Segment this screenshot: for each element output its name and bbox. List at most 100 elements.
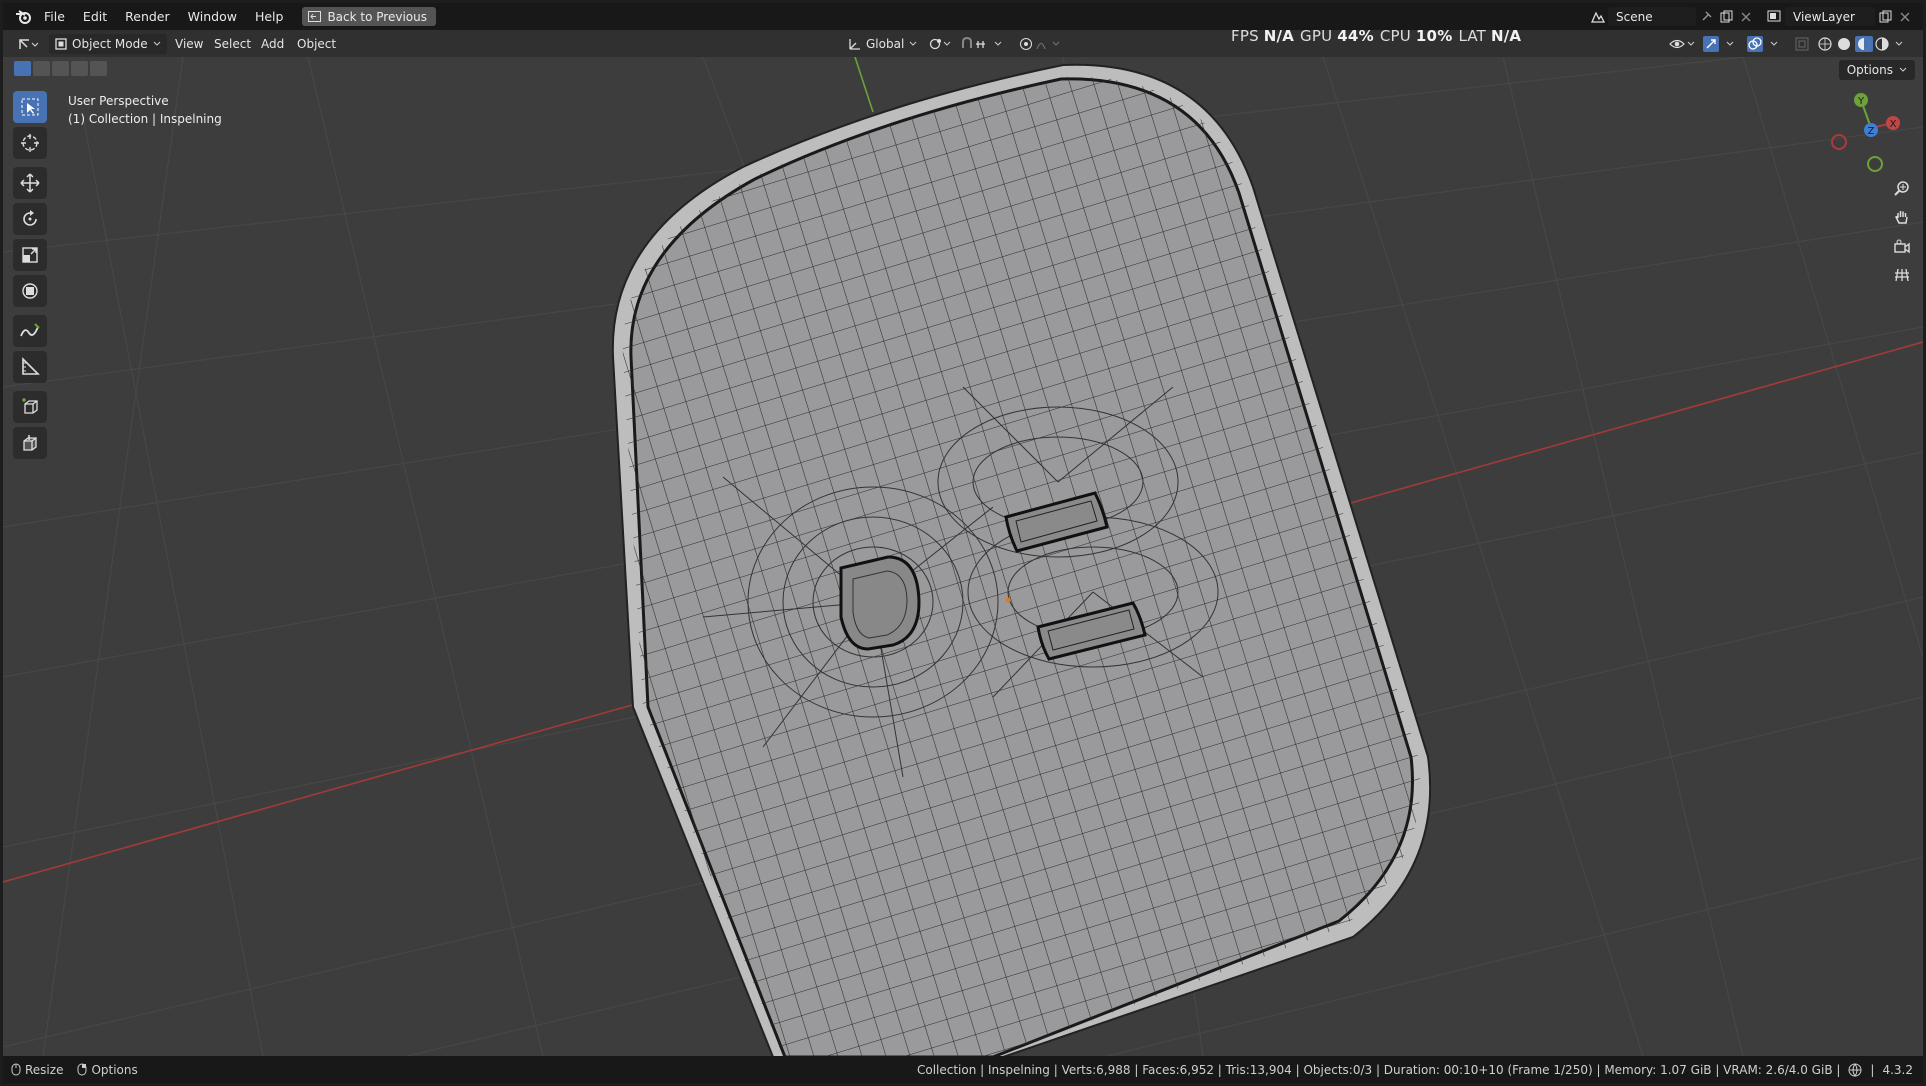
pan-button[interactable] xyxy=(1889,204,1915,230)
snap-icon xyxy=(962,37,1002,48)
gizmo-icon xyxy=(1703,36,1734,52)
options-hint: Options xyxy=(77,1063,138,1077)
add-cube-icon xyxy=(22,398,38,414)
menu-render[interactable]: Render xyxy=(116,3,179,30)
overlays-icon xyxy=(1747,36,1778,52)
delete-scene-icon[interactable] xyxy=(1736,7,1756,26)
navigation-gizmo[interactable]: Y X Z xyxy=(1823,88,1923,178)
tool-cursor[interactable] xyxy=(13,127,47,159)
select-box-icon xyxy=(21,98,39,116)
gpu-label: GPU xyxy=(1300,27,1333,45)
select-extend-icon[interactable] xyxy=(33,61,50,76)
network-icon[interactable] xyxy=(1848,1063,1862,1077)
tool-extrude[interactable] xyxy=(13,427,47,459)
annotate-icon xyxy=(20,323,40,337)
tool-add-cube[interactable] xyxy=(13,391,47,423)
menu-view[interactable]: View xyxy=(175,34,203,54)
hand-icon xyxy=(1895,211,1908,224)
y-axis-line xyxy=(854,57,874,113)
viewport-info-overlay: User Perspective (1) Collection | Inspel… xyxy=(68,92,222,128)
select-difference-icon[interactable] xyxy=(71,61,88,76)
menu-edit[interactable]: Edit xyxy=(74,3,116,30)
zoom-button[interactable] xyxy=(1889,175,1915,201)
menu-file[interactable]: File xyxy=(35,3,74,30)
mode-dropdown[interactable]: Object Mode xyxy=(49,34,167,54)
select-intersect-icon[interactable] xyxy=(90,61,107,76)
tool-transform[interactable] xyxy=(13,275,47,307)
tool-measure[interactable] xyxy=(13,351,47,383)
scene-name-field[interactable]: Scene xyxy=(1608,7,1696,26)
select-new-icon[interactable] xyxy=(14,61,31,76)
tool-select-box[interactable] xyxy=(13,91,47,123)
chevron-down-icon xyxy=(1899,67,1907,72)
fps-label: FPS xyxy=(1231,27,1259,45)
camera-icon xyxy=(1894,239,1910,254)
viewport-header: Object Mode View Select Add Object Globa… xyxy=(3,30,1923,57)
measure-icon xyxy=(22,357,40,375)
selection-mode-buttons xyxy=(14,61,107,76)
pivot-icon xyxy=(929,38,951,50)
gpu-value: 44% xyxy=(1337,27,1374,45)
gizmo-x-label: X xyxy=(1890,119,1897,130)
select-subtract-icon[interactable] xyxy=(52,61,69,76)
view-layer-icon[interactable] xyxy=(1765,7,1785,26)
mouse-right-icon xyxy=(77,1063,87,1076)
transform-icon xyxy=(22,283,38,299)
blender-logo-icon[interactable] xyxy=(13,6,35,28)
cursor-icon xyxy=(21,134,39,152)
snap-toggle[interactable] xyxy=(961,34,1005,54)
perspective-toggle-button[interactable] xyxy=(1889,262,1915,288)
editor-type-button[interactable] xyxy=(17,34,39,54)
gizmo-toggle[interactable] xyxy=(1703,34,1739,54)
menu-add[interactable]: Add xyxy=(261,34,284,54)
editor-type-icon xyxy=(19,39,39,49)
eye-icon xyxy=(1669,39,1695,49)
xray-icon xyxy=(1795,37,1809,51)
back-to-previous-button[interactable]: Back to Previous xyxy=(302,7,436,26)
tool-shelf xyxy=(13,91,47,463)
version-separator: | xyxy=(1870,1062,1875,1077)
scene-selector[interactable]: Scene xyxy=(1588,7,1756,26)
menu-object[interactable]: Object xyxy=(297,34,336,54)
delete-view-layer-icon[interactable] xyxy=(1895,7,1915,26)
orientation-dropdown[interactable]: Global xyxy=(841,34,923,54)
resize-label: Resize xyxy=(25,1062,64,1077)
tool-move[interactable] xyxy=(13,167,47,199)
extrude-icon xyxy=(23,435,37,451)
new-view-layer-icon[interactable] xyxy=(1875,7,1895,26)
view-name: User Perspective xyxy=(68,94,169,108)
orientation-icon xyxy=(849,39,860,50)
viewport-options-button[interactable]: Options xyxy=(1838,60,1915,80)
visibility-dropdown[interactable] xyxy=(1669,34,1695,54)
overlays-toggle[interactable] xyxy=(1747,34,1783,54)
3d-viewport[interactable] xyxy=(3,57,1923,1056)
menu-help[interactable]: Help xyxy=(246,3,293,30)
shading-mode-group[interactable] xyxy=(1817,34,1907,54)
scale-icon xyxy=(22,247,38,263)
top-menu-bar: File Edit Render Window Help Back to Pre… xyxy=(3,3,1923,30)
tool-scale[interactable] xyxy=(13,239,47,271)
pin-icon[interactable] xyxy=(1696,7,1716,26)
chevron-down-icon xyxy=(909,41,917,46)
tool-annotate[interactable] xyxy=(13,315,47,347)
view-layer-selector[interactable]: ViewLayer xyxy=(1765,7,1915,26)
proportional-editing-toggle[interactable] xyxy=(1019,34,1063,54)
view-layer-field[interactable]: ViewLayer xyxy=(1785,7,1875,26)
camera-view-button[interactable] xyxy=(1889,234,1915,260)
scene-statistics: Collection | Inspelning | Verts:6,988 | … xyxy=(916,1062,1841,1077)
object-mode-icon xyxy=(55,38,67,50)
tool-rotate[interactable] xyxy=(13,203,47,235)
new-scene-icon[interactable] xyxy=(1716,7,1736,26)
orientation-label: Global xyxy=(866,37,905,51)
blender-window: File Edit Render Window Help Back to Pre… xyxy=(3,3,1923,1083)
scene-icon[interactable] xyxy=(1588,7,1608,26)
pivot-point-dropdown[interactable] xyxy=(928,34,952,54)
xray-toggle[interactable] xyxy=(1795,34,1809,54)
menu-select[interactable]: Select xyxy=(214,34,251,54)
options-label: Options xyxy=(1846,63,1893,77)
back-icon xyxy=(308,11,322,22)
collection-info: (1) Collection | Inspelning xyxy=(68,112,222,126)
menu-window[interactable]: Window xyxy=(179,3,246,30)
proportional-edit-icon xyxy=(1020,38,1060,50)
lat-value: N/A xyxy=(1491,27,1522,45)
